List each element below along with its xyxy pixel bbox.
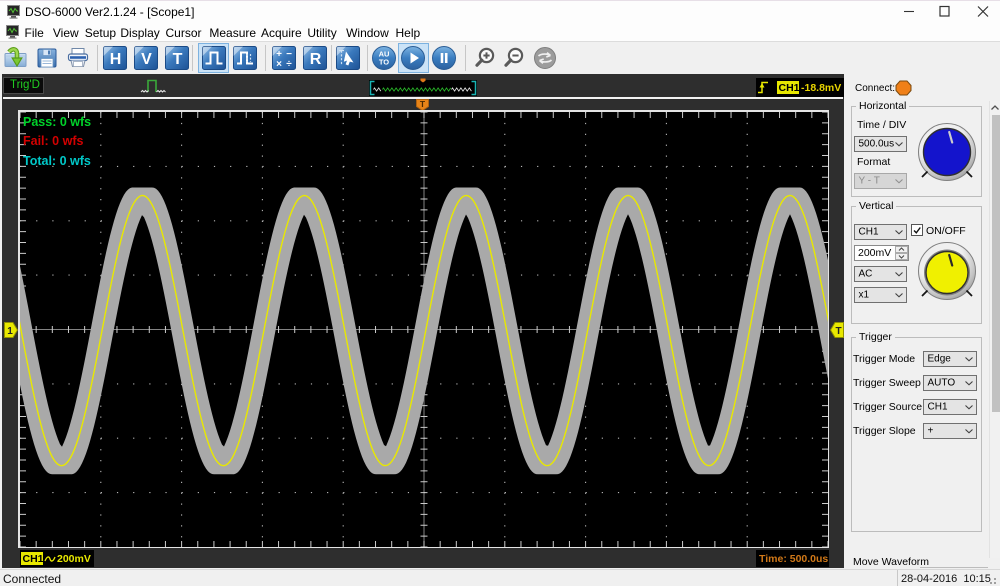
- svg-text:÷: ÷: [286, 59, 292, 70]
- svg-text:T: T: [835, 326, 841, 337]
- svg-text:V: V: [141, 51, 152, 68]
- svg-text:×: ×: [276, 59, 282, 70]
- svg-text:TO: TO: [379, 58, 389, 67]
- svg-text:T: T: [420, 99, 426, 109]
- svg-text:T: T: [173, 51, 183, 68]
- svg-text:1: 1: [7, 326, 13, 337]
- svg-text:R: R: [310, 51, 322, 68]
- svg-text:H: H: [110, 51, 122, 68]
